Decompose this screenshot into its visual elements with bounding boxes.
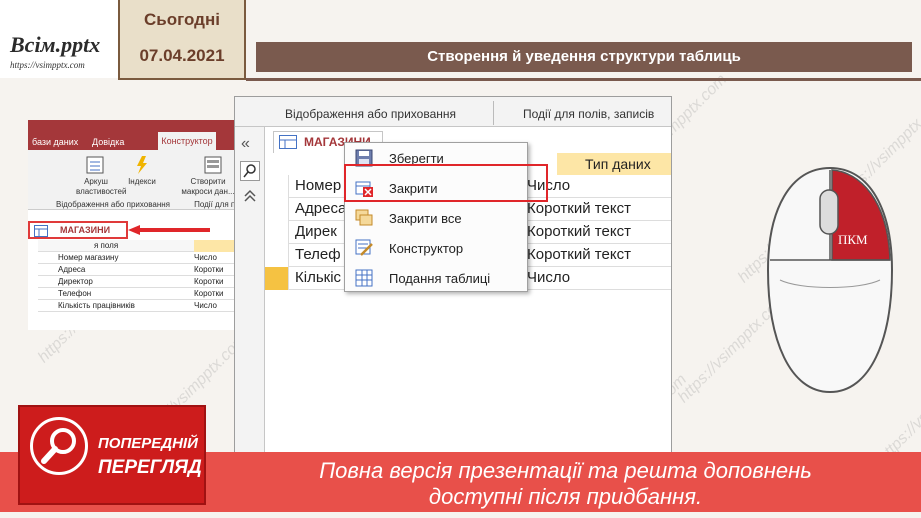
ribbon-group-label: Відображення або приховання — [285, 107, 456, 121]
indexes-icon[interactable] — [134, 156, 150, 174]
ribbon-tabs: бази даних Довідка Конструктор — [28, 120, 239, 150]
ribbon-group-label: Відображення або приховання — [56, 200, 170, 209]
field-name: Дирек — [295, 223, 337, 240]
field-name: Телеф — [295, 246, 341, 263]
field-type: Коротки — [194, 265, 224, 274]
field-type: Короткий текст — [527, 200, 631, 217]
ribbon-group-label-2: Події для полів, записів — [523, 107, 655, 121]
field-name: Адреса — [58, 265, 86, 274]
logo-area: Всім.pptx https://vsimpptx.com — [0, 0, 118, 78]
macros-label: Створити макроси дан... — [181, 177, 235, 196]
logo-url: https://vsimpptx.com — [10, 60, 85, 70]
ribbon: Аркуш властивостей Індекси Створити макр… — [28, 150, 240, 210]
mouse-label: ПКМ — [838, 232, 868, 247]
banner-text-line2: доступні після придбання. — [428, 484, 703, 509]
field-name: Номер магазину — [58, 253, 119, 262]
search-icon[interactable] — [240, 161, 260, 181]
pointer-arrow — [128, 225, 210, 235]
left-screenshot: бази даних Довідка Конструктор Аркуш вла… — [28, 120, 240, 330]
indexes-label: Індекси — [128, 177, 156, 186]
date-today-label: Сьогодні — [144, 10, 220, 29]
menu-item-datasheet-view[interactable]: Подання таблиці — [345, 263, 527, 293]
slide-title: Створення й уведення структури таблиць — [256, 42, 912, 72]
preview-line1: ПОПЕРЕДНІЙ — [98, 435, 198, 452]
field-name: Номер — [295, 177, 342, 194]
datasheet-view-icon — [355, 269, 373, 287]
ribbon-tab-help[interactable]: Довідка — [92, 137, 124, 147]
field-type: Коротки — [194, 289, 224, 298]
field-name: Кількість працівників — [58, 301, 135, 310]
table-row[interactable]: Директор Коротки — [38, 276, 239, 288]
row-selector[interactable] — [265, 244, 289, 267]
table-icon — [34, 225, 48, 237]
field-name: Кількіс — [295, 269, 342, 286]
field-type: Число — [194, 253, 218, 262]
field-name: Директор — [58, 277, 93, 286]
column-header-data-type: Тип даних — [557, 153, 671, 175]
collapse-nav-icon[interactable]: « — [241, 135, 250, 153]
macro-icon[interactable] — [204, 156, 222, 174]
table-row[interactable]: Номер магазину Число — [38, 252, 239, 264]
row-selector[interactable] — [265, 267, 289, 290]
date-box: Сьогодні 07.04.2021 — [118, 0, 246, 80]
table-row[interactable]: Адреса Коротки — [38, 264, 239, 276]
menu-item-label: Закрити все — [389, 211, 462, 226]
menu-item-label: Конструктор — [389, 241, 464, 256]
mouse-illustration — [766, 166, 894, 394]
menu-item-label: Подання таблиці — [389, 271, 491, 286]
expand-icon[interactable] — [243, 189, 257, 203]
logo: Всім.pptx — [10, 32, 101, 57]
row-selector[interactable] — [265, 175, 289, 198]
table-icon — [279, 135, 297, 149]
field-type: Короткий текст — [527, 246, 631, 263]
table-row[interactable]: Телефон Коротки — [38, 288, 239, 300]
magnifier-icon — [41, 428, 76, 464]
ribbon-tab-design[interactable]: Конструктор — [158, 132, 216, 150]
row-selector[interactable] — [265, 221, 289, 244]
property-sheet-icon[interactable] — [86, 156, 104, 174]
menu-item-design-view[interactable]: Конструктор — [345, 233, 527, 263]
field-type: Короткий текст — [527, 223, 631, 240]
scroll-wheel — [819, 189, 839, 235]
row-selector[interactable] — [265, 198, 289, 221]
field-type: Число — [194, 301, 218, 310]
field-type: Коротки — [194, 277, 224, 286]
menu-item-close-all[interactable]: Закрити все — [345, 203, 527, 233]
highlight-frame — [344, 164, 548, 202]
property-sheet-label: Аркуш властивостей — [76, 177, 127, 196]
preview-line2: ПЕРЕГЛЯД — [98, 457, 202, 478]
field-type: Число — [527, 269, 571, 286]
grid-header-name: я поля — [94, 241, 119, 250]
ribbon-separator — [493, 101, 494, 125]
ribbon: Відображення або приховання Події для по… — [235, 97, 671, 127]
preview-circle — [30, 417, 88, 475]
field-name: Адреса — [295, 200, 347, 217]
field-name: Телефон — [58, 289, 92, 298]
ribbon-tab-database[interactable]: бази даних — [32, 137, 78, 147]
close-all-icon — [355, 209, 373, 227]
design-view-icon — [355, 239, 373, 257]
preview-badge[interactable]: ПОПЕРЕДНІЙ ПЕРЕГЛЯД — [18, 405, 206, 505]
navigation-pane: « — [235, 127, 265, 491]
date-value: 07.04.2021 — [139, 46, 225, 65]
banner-text-line1: Повна версія презентації та решта доповн… — [319, 458, 812, 483]
header-divider — [246, 78, 921, 81]
table-row[interactable]: Кількість працівників Число — [38, 300, 239, 312]
ribbon-group-label-2: Події для п... — [194, 200, 240, 209]
